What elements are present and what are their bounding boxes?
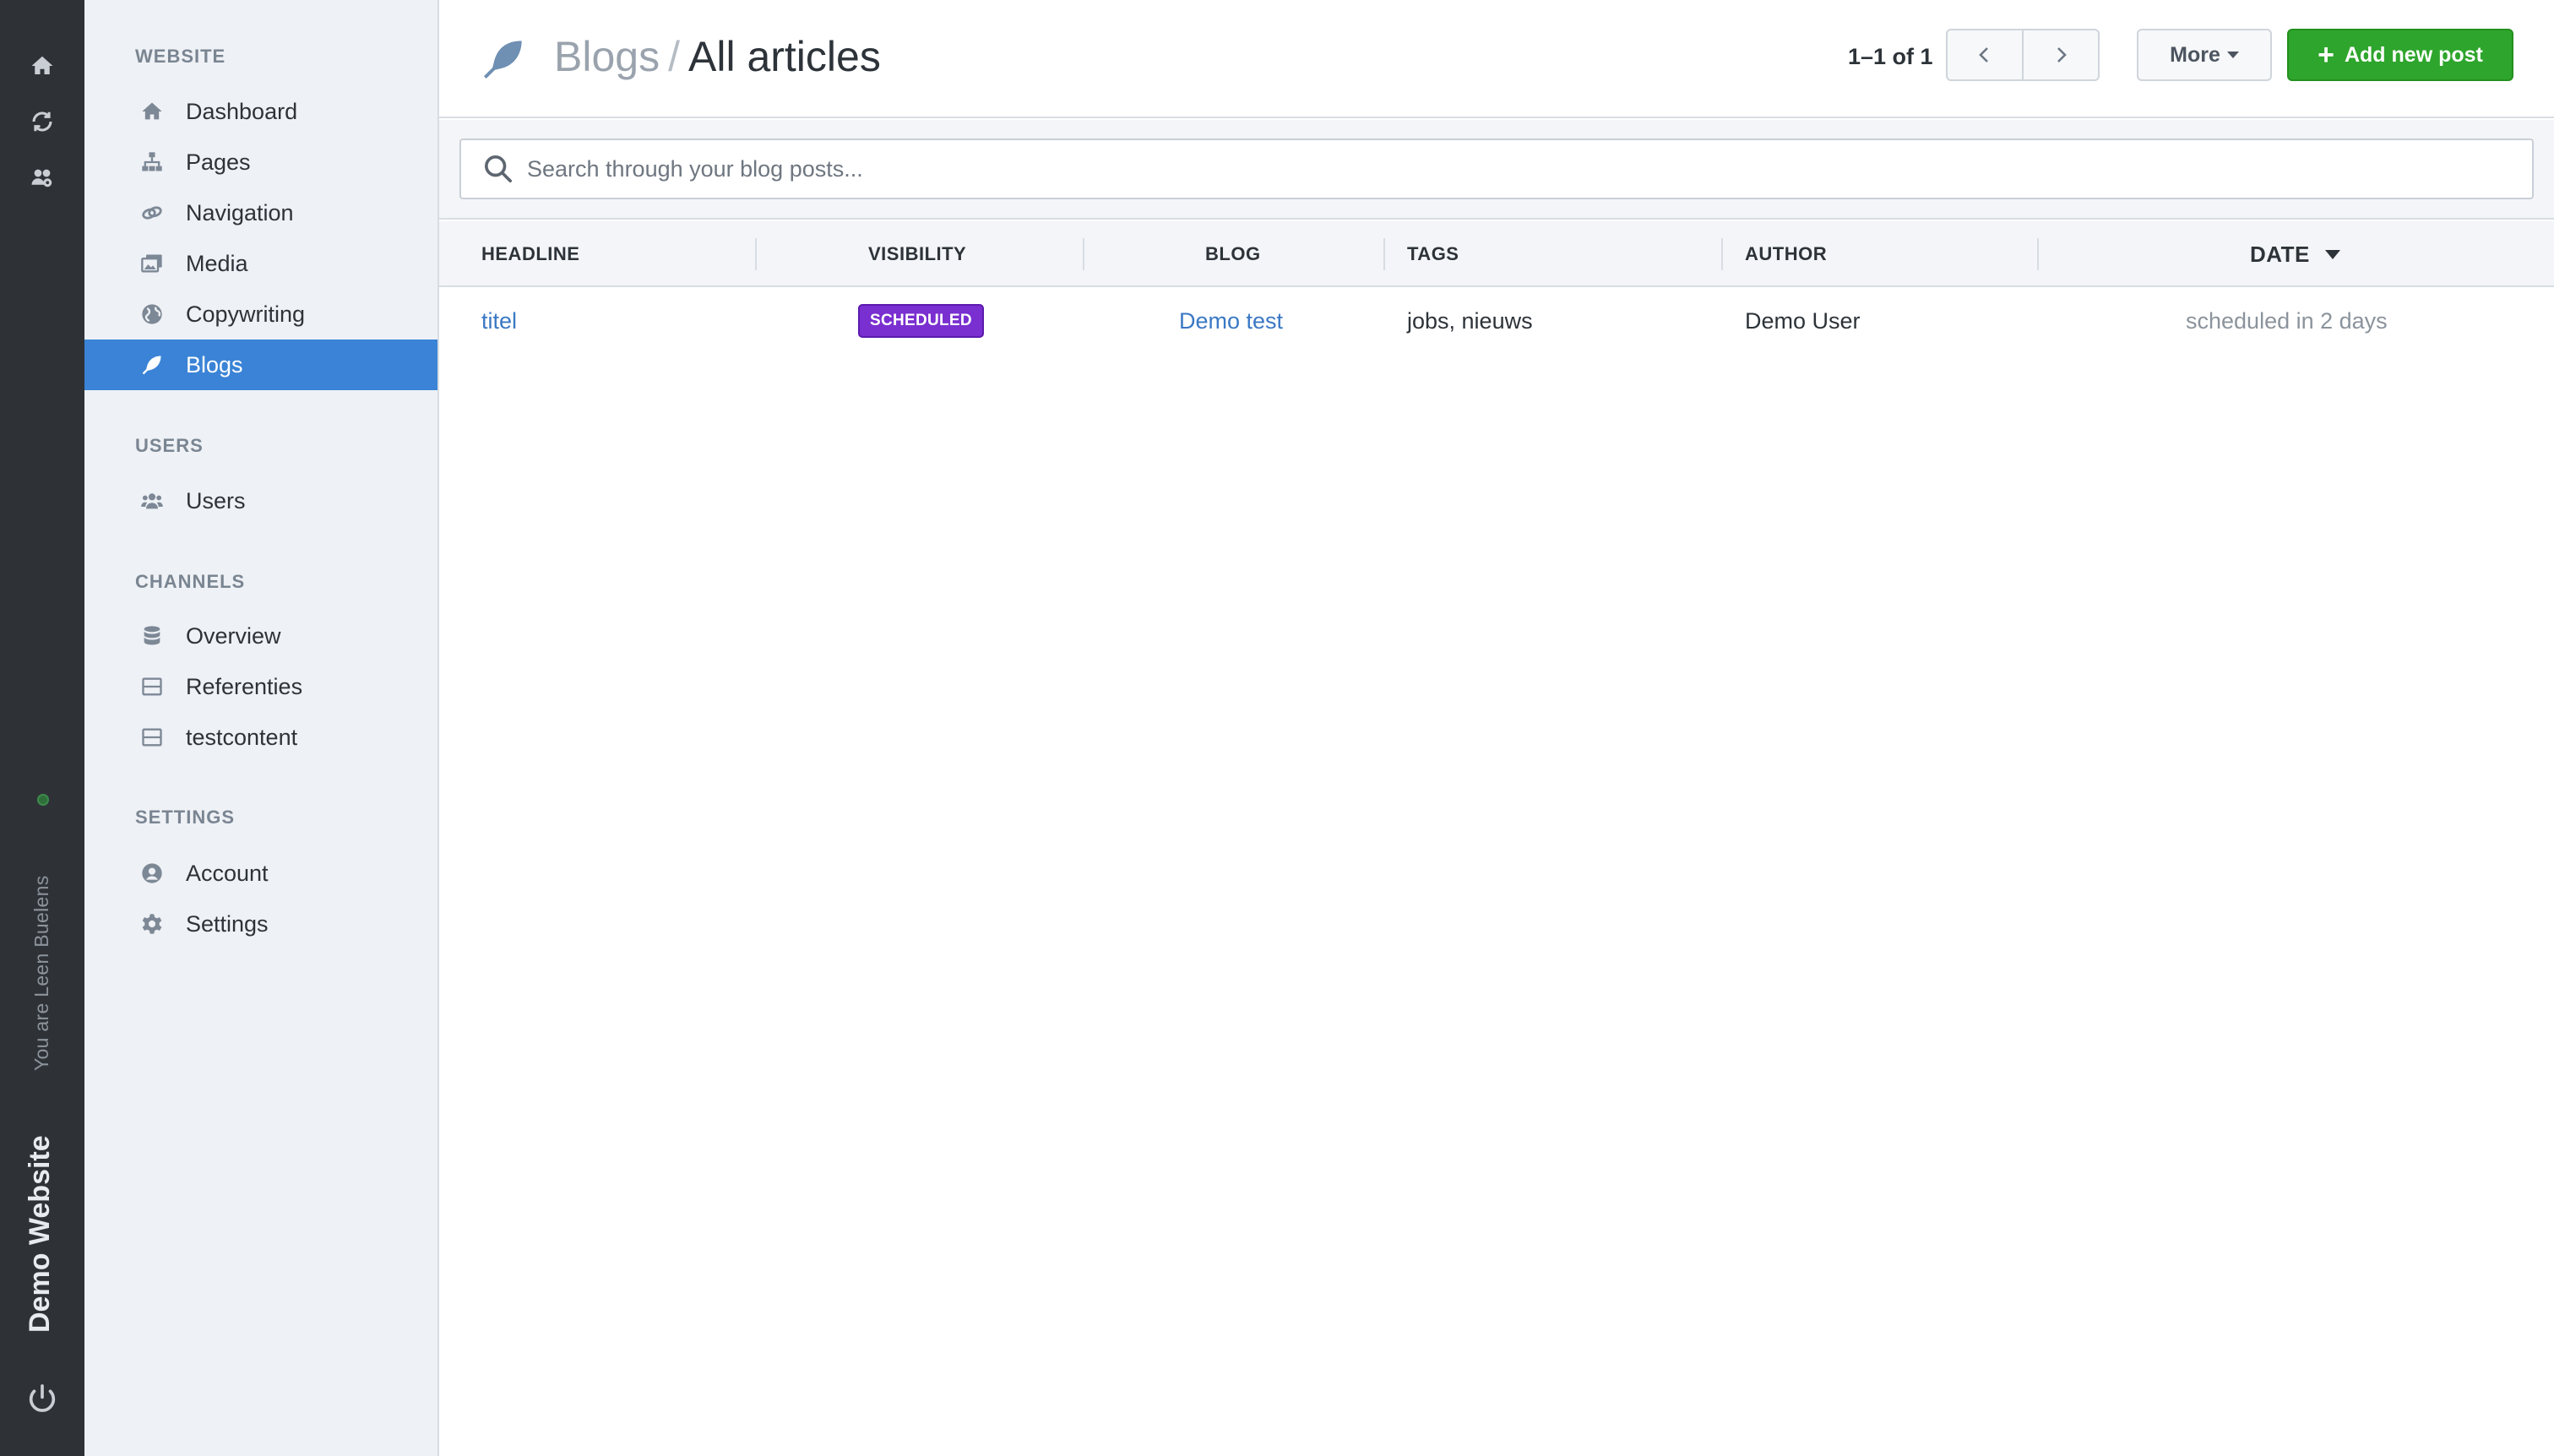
add-new-post-label: Add new post — [2344, 42, 2483, 67]
sidebar-item-media[interactable]: Media — [84, 238, 437, 289]
sidebar-item-label: Navigation — [186, 199, 294, 225]
column-divider — [755, 238, 757, 270]
search-field — [459, 139, 2534, 199]
column-divider — [1083, 238, 1084, 270]
column-header-blog[interactable]: BLOG — [1205, 221, 1261, 287]
sidebar-item-label: Users — [186, 487, 246, 513]
app-rail: You are Leen Buelens Demo Website — [0, 0, 84, 1456]
database-icon — [139, 622, 166, 649]
sidebar-item-label: Account — [186, 860, 269, 886]
section-title-users: USERS — [135, 435, 204, 456]
gear-icon — [139, 910, 166, 937]
page-title: All articles — [687, 33, 881, 80]
status-badge: SCHEDULED — [858, 304, 984, 338]
caret-down-icon — [2226, 52, 2239, 58]
link-icon — [139, 199, 166, 226]
column-header-visibility[interactable]: VISIBILITY — [868, 221, 966, 287]
add-new-post-button[interactable]: + Add new post — [2287, 29, 2513, 81]
sidebar-item-label: Referenties — [186, 673, 303, 699]
home-icon[interactable] — [27, 51, 57, 81]
sidebar-item-testcontent[interactable]: testcontent — [84, 712, 437, 763]
table-header: HEADLINE VISIBILITY BLOG TAGS AUTHOR DAT… — [439, 221, 2554, 287]
site-name[interactable]: Demo Website — [24, 1135, 57, 1333]
sidebar-item-label: Settings — [186, 910, 269, 937]
sidebar-item-navigation[interactable]: Navigation — [84, 187, 437, 238]
sidebar-item-dashboard[interactable]: Dashboard — [84, 86, 437, 137]
page-header: Blogs / All articles 1–1 of 1 More + Add n… — [439, 0, 2554, 118]
column-header-headline[interactable]: HEADLINE — [481, 221, 579, 287]
table-icon — [139, 673, 166, 700]
breadcrumb-separator: / — [668, 33, 680, 80]
images-icon — [139, 250, 166, 277]
feather-icon — [481, 37, 525, 81]
table-row[interactable]: titel SCHEDULED Demo test jobs, nieuws D… — [439, 289, 2554, 353]
sync-icon[interactable] — [27, 106, 57, 137]
column-divider — [1383, 238, 1385, 270]
column-header-date-label: DATE — [2250, 241, 2310, 267]
sidebar: WEBSITE Dashboard Pages Navigation Media… — [84, 0, 439, 1456]
section-title-channels: CHANNELS — [135, 571, 246, 592]
feather-icon — [139, 351, 166, 378]
sort-desc-icon — [2324, 249, 2340, 259]
users-icon — [139, 487, 166, 514]
cell-author: Demo User — [1745, 307, 1861, 334]
sidebar-item-label: Copywriting — [186, 301, 306, 327]
sidebar-item-referenties[interactable]: Referenties — [84, 661, 437, 712]
users-cog-icon[interactable] — [27, 162, 57, 193]
column-divider — [2037, 238, 2039, 270]
pagination-controls — [1946, 29, 2100, 81]
column-header-tags[interactable]: TAGS — [1407, 221, 1459, 287]
more-button-label: More — [2170, 42, 2220, 67]
main-content: Blogs / All articles 1–1 of 1 More + Add n… — [439, 0, 2554, 1456]
cell-date: scheduled in 2 days — [2186, 307, 2388, 334]
section-title-website: WEBSITE — [135, 46, 226, 67]
sidebar-item-copywriting[interactable]: Copywriting — [84, 289, 437, 340]
section-title-settings: SETTINGS — [135, 807, 236, 828]
status-indicator — [37, 794, 49, 806]
current-user-label: You are Leen Buelens — [30, 875, 52, 1071]
plus-icon: + — [2318, 39, 2334, 71]
sidebar-item-account[interactable]: Account — [84, 848, 437, 899]
sidebar-item-label: Blogs — [186, 351, 243, 378]
next-page-button[interactable] — [2022, 30, 2098, 79]
cell-tags: jobs, nieuws — [1407, 307, 1533, 334]
home-icon — [139, 98, 166, 125]
sidebar-item-settings[interactable]: Settings — [84, 899, 437, 949]
sidebar-item-blogs[interactable]: Blogs — [84, 340, 437, 390]
sidebar-item-label: Pages — [186, 149, 251, 175]
power-icon[interactable] — [25, 1382, 59, 1415]
column-divider — [1721, 238, 1723, 270]
pagination-count: 1–1 of 1 — [1848, 44, 1933, 69]
column-header-date[interactable]: DATE — [2250, 221, 2340, 287]
sidebar-item-label: Overview — [186, 622, 281, 649]
more-button[interactable]: More — [2137, 29, 2272, 81]
user-circle-icon — [139, 860, 166, 887]
sidebar-item-pages[interactable]: Pages — [84, 137, 437, 187]
chevron-right-icon — [2057, 47, 2067, 62]
sidebar-item-label: testcontent — [186, 724, 298, 750]
search-icon — [485, 155, 512, 183]
sidebar-item-overview[interactable]: Overview — [84, 611, 437, 661]
cell-visibility: SCHEDULED — [858, 289, 984, 353]
sitemap-icon — [139, 149, 166, 176]
sidebar-item-label: Dashboard — [186, 98, 298, 124]
sidebar-item-users[interactable]: Users — [84, 475, 437, 526]
cell-headline[interactable]: titel — [481, 289, 517, 353]
column-header-author[interactable]: AUTHOR — [1745, 221, 1827, 287]
prev-page-button[interactable] — [1948, 30, 2022, 79]
sidebar-item-label: Media — [186, 250, 248, 276]
cell-blog[interactable]: Demo test — [1179, 289, 1283, 353]
chevron-left-icon — [1979, 47, 1988, 62]
breadcrumb-parent[interactable]: Blogs — [554, 33, 660, 80]
breadcrumb: Blogs / All articles — [554, 32, 881, 81]
search-input[interactable] — [527, 155, 2470, 182]
table-icon — [139, 724, 166, 751]
globe-icon — [139, 301, 166, 328]
search-bar — [439, 120, 2554, 220]
